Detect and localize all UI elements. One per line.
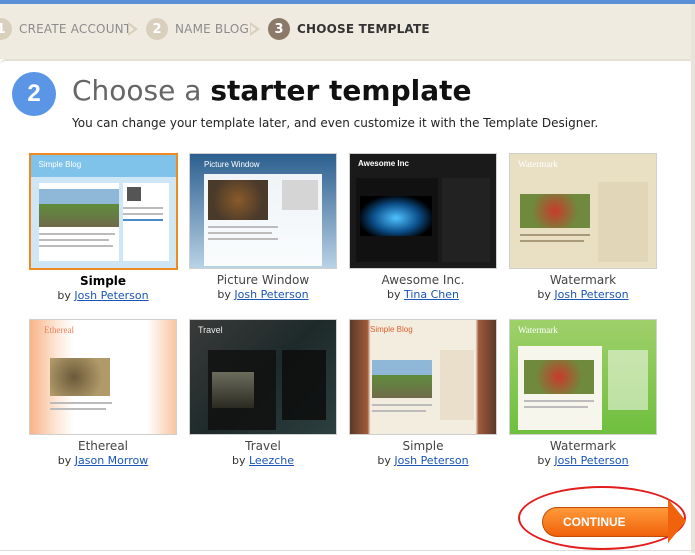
template-card-simple[interactable]: Simple Blog Simple by Josh Peterson xyxy=(28,153,178,302)
thumb-title: Simple Blog xyxy=(370,325,413,334)
step-label: CREATE ACCOUNT xyxy=(19,22,132,36)
author-link[interactable]: Jason Morrow xyxy=(75,454,148,467)
template-byline: by Josh Peterson xyxy=(508,288,658,301)
step-label: NAME BLOG xyxy=(175,22,249,36)
template-thumbnail[interactable]: Watermark xyxy=(509,153,657,269)
progress-steps: 1 CREATE ACCOUNT 2 NAME BLOG 3 CHOOSE TE… xyxy=(0,4,695,59)
template-byline: by Josh Peterson xyxy=(28,289,178,302)
template-thumbnail[interactable]: Awesome Inc xyxy=(349,153,497,269)
thumb-title: Awesome Inc xyxy=(358,159,409,168)
thumb-title: Watermark xyxy=(518,159,558,169)
template-name: Simple xyxy=(402,439,444,453)
by-text: by xyxy=(377,454,391,467)
author-link[interactable]: Leezche xyxy=(249,454,294,467)
author-link[interactable]: Josh Peterson xyxy=(394,454,468,467)
template-card-travel[interactable]: Travel Travel by Leezche xyxy=(188,319,338,467)
title-prefix: Choose a xyxy=(72,74,211,107)
window-edge xyxy=(691,4,695,553)
template-card-awesome-inc[interactable]: Awesome Inc Awesome Inc. by Tina Chen xyxy=(348,153,498,301)
template-card-watermark[interactable]: Watermark Watermark by Josh Peterson xyxy=(508,153,658,301)
template-card-ethereal[interactable]: Ethereal Ethereal by Jason Morrow xyxy=(28,319,178,467)
continue-arrow-icon[interactable] xyxy=(668,499,686,543)
step-create-account: 1 CREATE ACCOUNT xyxy=(0,17,131,41)
author-link[interactable]: Josh Peterson xyxy=(554,288,628,301)
template-byline: by Josh Peterson xyxy=(188,288,338,301)
template-card-picture-window[interactable]: Picture Window Picture Window by Josh Pe… xyxy=(188,153,338,301)
template-thumbnail[interactable]: Ethereal xyxy=(29,319,177,435)
template-name: Picture Window xyxy=(216,273,310,287)
template-card-watermark-green[interactable]: Watermark Watermark by Josh Peterson xyxy=(508,319,658,467)
step-name-blog: 2 NAME BLOG xyxy=(146,17,249,41)
page-subtitle: You can change your template later, and … xyxy=(72,116,599,130)
page-title: Choose a starter template xyxy=(72,74,472,107)
thumb-title: Picture Window xyxy=(204,160,260,169)
by-text: by xyxy=(217,288,231,301)
template-name: Ethereal xyxy=(77,439,128,453)
thumb-title: Ethereal xyxy=(44,325,74,335)
step-badge: 2 xyxy=(12,72,56,116)
template-byline: by Josh Peterson xyxy=(508,454,658,467)
continue-button[interactable]: CONTINUE xyxy=(542,507,668,537)
template-card-simple-bookshelf[interactable]: Simple Blog Simple by Josh Peterson xyxy=(348,319,498,467)
template-thumbnail[interactable]: Watermark xyxy=(509,319,657,435)
thumb-title: Simple Blog xyxy=(38,160,82,169)
template-name: Watermark xyxy=(549,273,617,287)
template-byline: by Josh Peterson xyxy=(348,454,498,467)
step-label: CHOOSE TEMPLATE xyxy=(297,22,430,36)
by-text: by xyxy=(57,289,71,302)
main-panel xyxy=(0,59,695,555)
thumb-title: Travel xyxy=(198,325,223,335)
step-arrow-icon xyxy=(128,22,138,36)
template-name: Travel xyxy=(245,439,281,453)
template-byline: by Tina Chen xyxy=(348,288,498,301)
step-choose-template: 3 CHOOSE TEMPLATE xyxy=(268,17,430,41)
step-arrow-icon xyxy=(250,22,260,36)
template-byline: by Jason Morrow xyxy=(28,454,178,467)
template-thumbnail[interactable]: Simple Blog xyxy=(28,153,178,270)
author-link[interactable]: Tina Chen xyxy=(404,288,459,301)
step-number: 2 xyxy=(146,18,168,40)
by-text: by xyxy=(386,288,401,301)
by-text: by xyxy=(537,288,551,301)
template-name: Awesome Inc. xyxy=(381,273,465,287)
bottom-divider xyxy=(0,550,695,551)
title-bold: starter template xyxy=(210,74,472,107)
author-link[interactable]: Josh Peterson xyxy=(554,454,628,467)
by-text: by xyxy=(537,454,551,467)
template-name: Watermark xyxy=(549,439,617,453)
author-link[interactable]: Josh Peterson xyxy=(234,288,308,301)
template-thumbnail[interactable]: Picture Window xyxy=(189,153,337,269)
template-thumbnail[interactable]: Simple Blog xyxy=(349,319,497,435)
step-number: 1 xyxy=(0,18,12,40)
thumb-title: Watermark xyxy=(518,325,558,335)
by-text: by xyxy=(231,454,246,467)
template-byline: by Leezche xyxy=(188,454,338,467)
template-name: Simple xyxy=(79,274,127,288)
by-text: by xyxy=(57,454,72,467)
template-thumbnail[interactable]: Travel xyxy=(189,319,337,435)
step-number: 3 xyxy=(268,18,290,40)
author-link[interactable]: Josh Peterson xyxy=(74,289,148,302)
